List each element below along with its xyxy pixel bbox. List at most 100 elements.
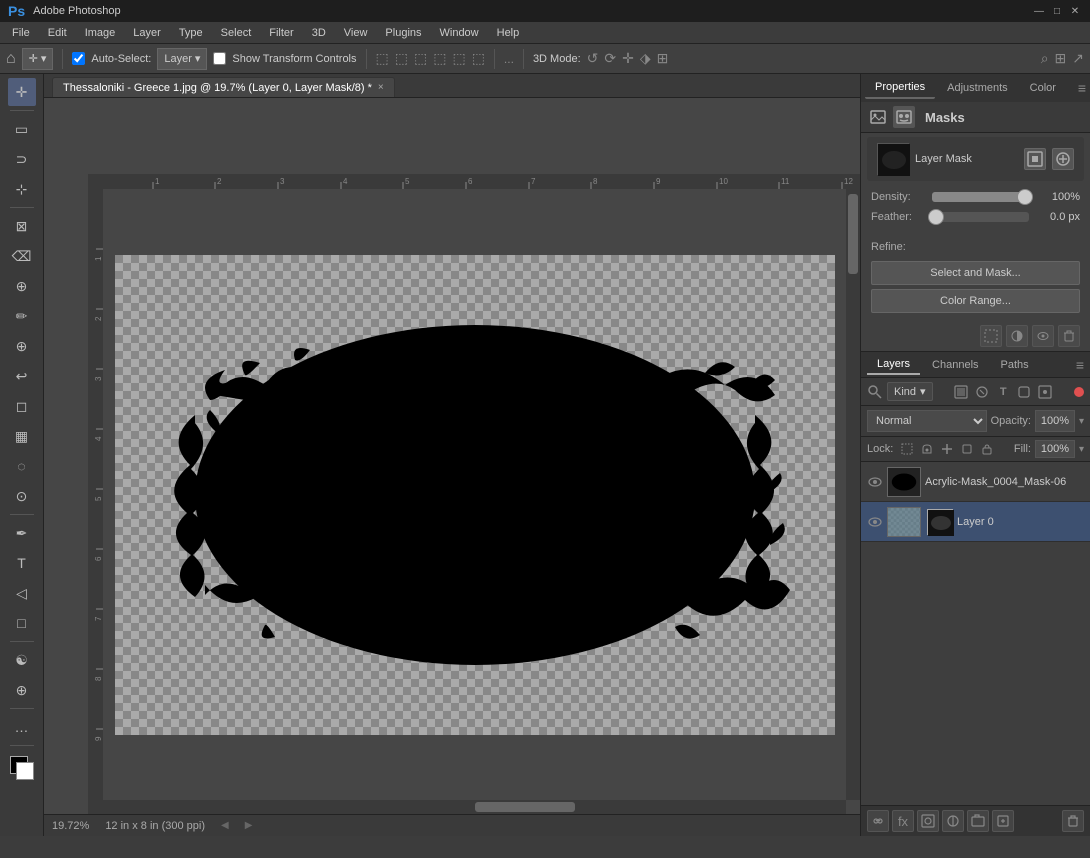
maximize-btn[interactable]: □ xyxy=(1050,4,1064,18)
mask-btn[interactable] xyxy=(917,810,939,832)
lock-position-icon[interactable] xyxy=(939,441,955,457)
background-color[interactable] xyxy=(16,762,34,780)
feather-thumb[interactable] xyxy=(928,209,944,225)
filter-kind-dropdown[interactable]: Kind ▾ xyxy=(887,382,933,401)
scrollbar-h-thumb[interactable] xyxy=(475,802,575,812)
brush-tool[interactable]: ✏ xyxy=(8,302,36,330)
apply-mask-btn[interactable] xyxy=(1024,148,1046,170)
lock-transparent-icon[interactable] xyxy=(899,441,915,457)
nav-prev-icon[interactable]: ◀ xyxy=(221,820,229,831)
rotate-3d-icon[interactable]: ↺ xyxy=(587,50,599,67)
tab-paths[interactable]: Paths xyxy=(991,356,1039,374)
show-hide-mask-icon[interactable] xyxy=(1032,325,1054,347)
menu-image[interactable]: Image xyxy=(77,25,124,41)
scale-3d-icon[interactable]: ⊞ xyxy=(657,50,669,67)
tab-layers[interactable]: Layers xyxy=(867,355,920,375)
align-right-icon[interactable]: ⬚ xyxy=(414,50,427,67)
filter-shape-icon[interactable] xyxy=(1015,383,1033,401)
eyedropper-tool[interactable]: ⌫ xyxy=(8,242,36,270)
layer-visibility-acrylic[interactable] xyxy=(867,474,883,490)
filter-adjust-icon[interactable] xyxy=(973,383,991,401)
scrollbar-horizontal[interactable] xyxy=(103,800,846,814)
gradient-tool[interactable]: ▦ xyxy=(8,422,36,450)
tool-mode-btn[interactable]: ✛ ▾ xyxy=(22,48,54,70)
density-thumb[interactable] xyxy=(1017,189,1033,205)
nav-next-icon[interactable]: ▶ xyxy=(245,820,253,831)
orbit-icon[interactable]: ⟳ xyxy=(604,50,616,67)
dodge-tool[interactable]: ⊙ xyxy=(8,482,36,510)
crop-tool[interactable]: ⊠ xyxy=(8,212,36,240)
opacity-arrow[interactable]: ▾ xyxy=(1079,416,1084,427)
close-btn[interactable]: ✕ xyxy=(1068,4,1082,18)
menu-view[interactable]: View xyxy=(336,25,376,41)
pen-tool[interactable]: ✒ xyxy=(8,519,36,547)
auto-select-checkbox[interactable] xyxy=(72,52,85,65)
props-mask-icon[interactable] xyxy=(893,106,915,128)
align-center-h-icon[interactable]: ⬚ xyxy=(395,50,408,67)
marquee-tool[interactable]: ▭ xyxy=(8,115,36,143)
menu-layer[interactable]: Layer xyxy=(125,25,169,41)
mask-options-btn[interactable] xyxy=(1052,148,1074,170)
menu-type[interactable]: Type xyxy=(171,25,211,41)
lock-image-icon[interactable] xyxy=(919,441,935,457)
wand-tool[interactable]: ⊹ xyxy=(8,175,36,203)
more-tools[interactable]: … xyxy=(8,713,36,741)
feather-slider[interactable] xyxy=(932,212,1029,222)
hand-tool[interactable]: ☯ xyxy=(8,646,36,674)
move-tool[interactable]: ✛ xyxy=(8,78,36,106)
align-top-icon[interactable]: ⬚ xyxy=(433,50,446,67)
scrollbar-vertical[interactable] xyxy=(846,189,860,800)
tab-close-btn[interactable]: × xyxy=(378,82,384,93)
slide-icon[interactable]: ⬗ xyxy=(640,50,651,67)
share-icon[interactable]: ↗ xyxy=(1072,50,1084,67)
text-tool[interactable]: T xyxy=(8,549,36,577)
select-mask-btn[interactable]: Select and Mask... xyxy=(871,261,1080,285)
invert-mask-icon[interactable] xyxy=(1006,325,1028,347)
workspace-icon[interactable]: ⊞ xyxy=(1055,50,1067,67)
menu-file[interactable]: File xyxy=(4,25,38,41)
props-image-icon[interactable] xyxy=(867,106,889,128)
minimize-btn[interactable]: — xyxy=(1032,4,1046,18)
color-range-btn[interactable]: Color Range... xyxy=(871,289,1080,313)
path-select-tool[interactable]: ◁ xyxy=(8,579,36,607)
opacity-input[interactable] xyxy=(1035,410,1075,432)
layer-item-layer0[interactable]: Layer 0 xyxy=(861,502,1090,542)
menu-plugins[interactable]: Plugins xyxy=(377,25,429,41)
adjustment-btn[interactable] xyxy=(942,810,964,832)
layer-mask-thumbnail-layer0[interactable] xyxy=(927,509,953,535)
heal-tool[interactable]: ⊕ xyxy=(8,272,36,300)
history-tool[interactable]: ↩ xyxy=(8,362,36,390)
document-tab[interactable]: Thessaloniki - Greece 1.jpg @ 19.7% (Lay… xyxy=(52,77,395,97)
transform-checkbox[interactable] xyxy=(213,52,226,65)
menu-edit[interactable]: Edit xyxy=(40,25,75,41)
tab-color[interactable]: Color xyxy=(1020,78,1066,98)
link-layers-btn[interactable] xyxy=(867,810,889,832)
eraser-tool[interactable]: ◻ xyxy=(8,392,36,420)
delete-layer-btn[interactable] xyxy=(1062,810,1084,832)
blur-tool[interactable]: ◌ xyxy=(8,452,36,480)
menu-filter[interactable]: Filter xyxy=(261,25,301,41)
align-bottom-icon[interactable]: ⬚ xyxy=(472,50,485,67)
tab-channels[interactable]: Channels xyxy=(922,356,988,374)
blend-mode-select[interactable]: Normal xyxy=(867,410,987,432)
delete-mask-icon[interactable] xyxy=(1058,325,1080,347)
pan-3d-icon[interactable]: ✛ xyxy=(622,50,634,67)
menu-3d[interactable]: 3D xyxy=(304,25,334,41)
align-left-icon[interactable]: ⬚ xyxy=(376,50,389,67)
fill-arrow[interactable]: ▾ xyxy=(1079,444,1084,455)
dotted-selection-icon[interactable] xyxy=(980,325,1002,347)
shape-tool[interactable]: □ xyxy=(8,609,36,637)
filter-text-icon[interactable]: T xyxy=(994,383,1012,401)
layer-visibility-layer0[interactable] xyxy=(867,514,883,530)
lock-all-icon[interactable] xyxy=(979,441,995,457)
fx-btn[interactable]: fx xyxy=(892,810,914,832)
tab-adjustments[interactable]: Adjustments xyxy=(937,78,1018,98)
layers-panel-menu[interactable]: ≡ xyxy=(1076,357,1084,373)
filter-pixel-icon[interactable] xyxy=(952,383,970,401)
layer-item-acrylic[interactable]: Acrylic-Mask_0004_Mask-06 xyxy=(861,462,1090,502)
new-layer-btn[interactable] xyxy=(992,810,1014,832)
menu-help[interactable]: Help xyxy=(489,25,528,41)
filter-smart-icon[interactable] xyxy=(1036,383,1054,401)
menu-window[interactable]: Window xyxy=(432,25,487,41)
tab-properties[interactable]: Properties xyxy=(865,77,935,99)
